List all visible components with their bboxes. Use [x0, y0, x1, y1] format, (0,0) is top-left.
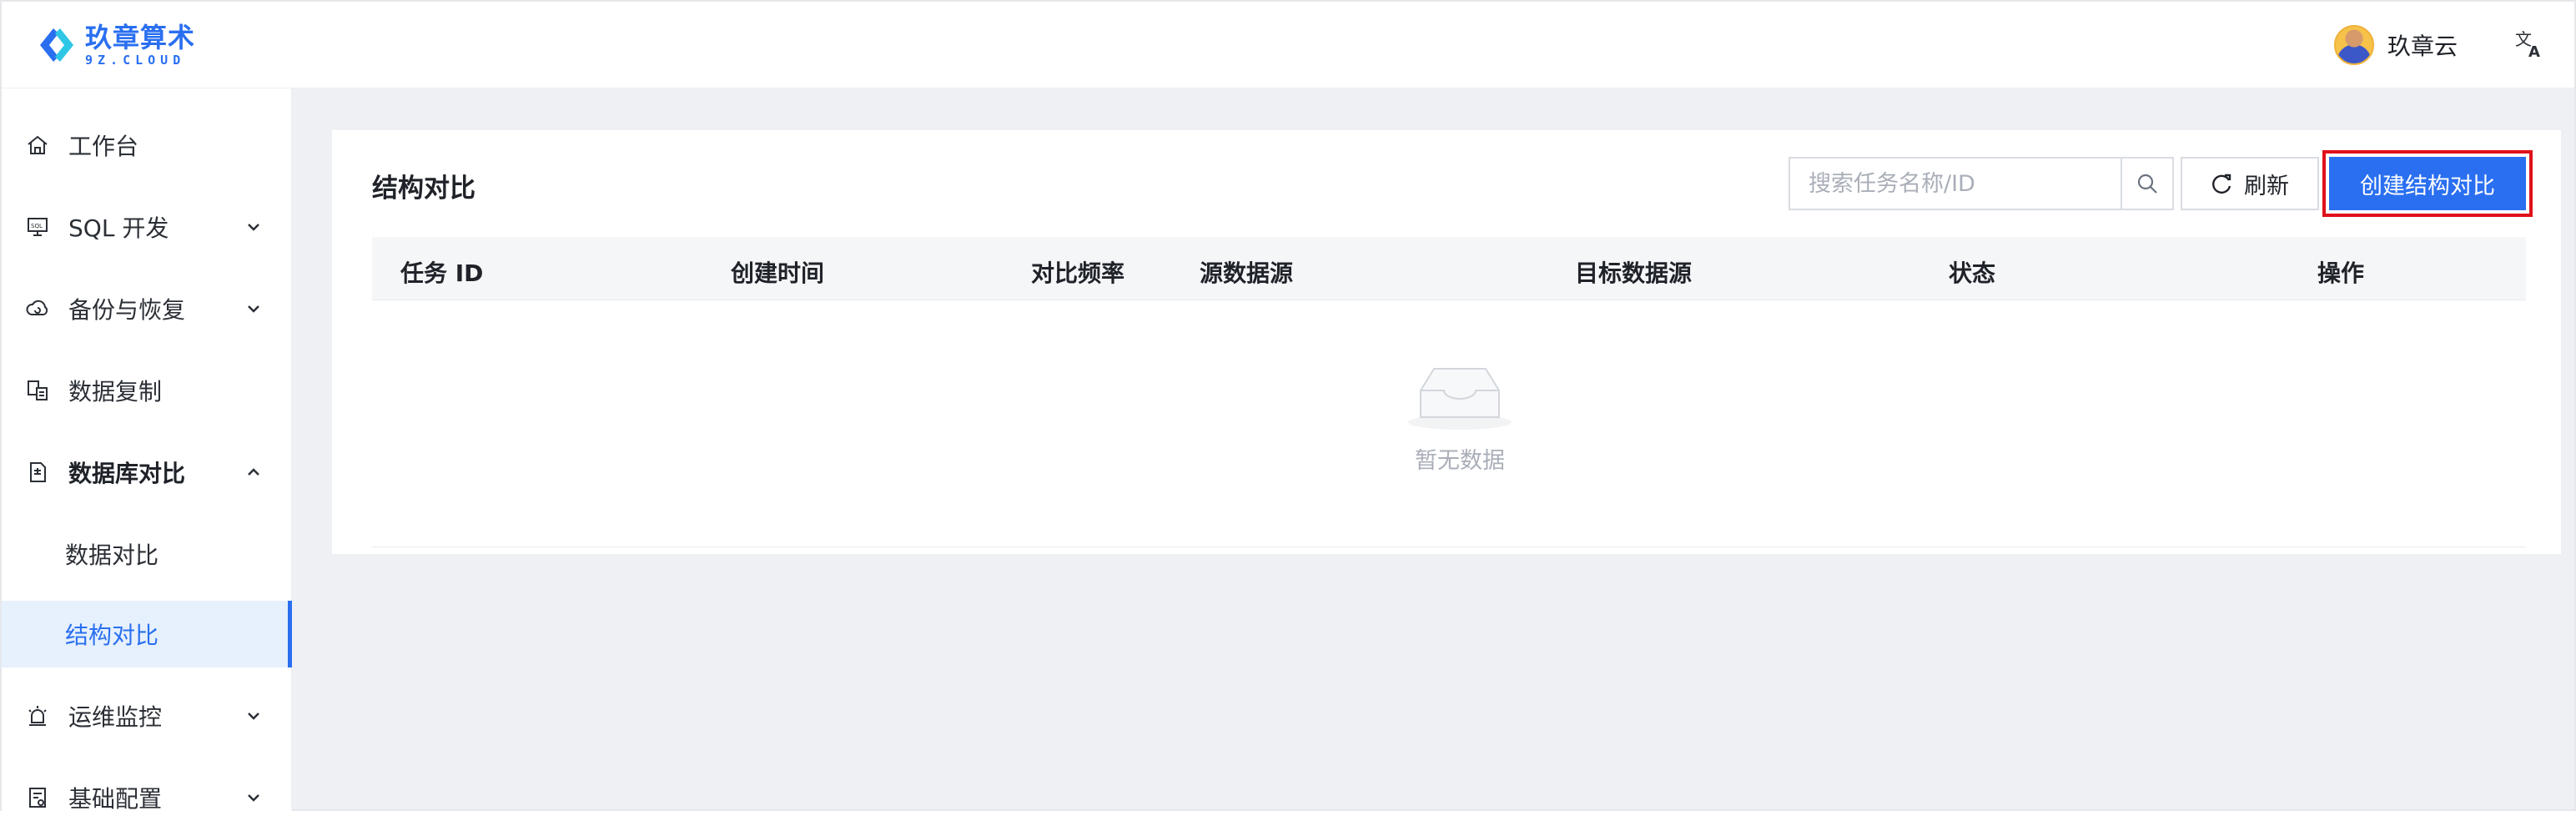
chevron-down-icon	[248, 224, 259, 231]
column-header-task-id: 任务 ID	[400, 259, 484, 287]
sidebar-item-label: 基础配置	[68, 785, 163, 813]
table-header: 任务 ID 创建时间 对比频率 源数据源 目标数据源 状态 操作	[372, 237, 2526, 300]
column-header-source: 源数据源	[1200, 259, 1294, 287]
sidebar-item-label: 工作台	[68, 133, 139, 160]
home-icon	[25, 133, 50, 158]
column-header-frequency: 对比频率	[1031, 259, 1125, 287]
column-header-status: 状态	[1949, 259, 1996, 287]
search-icon	[2137, 174, 2157, 194]
refresh-label: 刷新	[2244, 173, 2289, 199]
refresh-button[interactable]: 刷新	[2181, 157, 2319, 210]
copy-data-icon	[25, 378, 50, 403]
logo-cn-text: 玖章算术	[85, 21, 196, 53]
sidebar: 工作台 SQL SQL 开发 备份与恢复 数据复制 数据库对比 数据对比 结构对…	[2, 88, 292, 813]
sidebar-item-backup[interactable]: 备份与恢复	[2, 275, 292, 342]
sidebar-item-ops-monitor[interactable]: 运维监控	[2, 682, 292, 749]
chevron-down-icon	[248, 794, 259, 802]
svg-text:SQL: SQL	[31, 223, 43, 229]
column-header-target: 目标数据源	[1575, 259, 1693, 287]
brand-logo[interactable]: 玖章算术 9Z.CLOUD	[35, 18, 202, 72]
cloud-backup-icon	[25, 296, 50, 321]
sidebar-subitem-label: 结构对比	[65, 622, 159, 649]
refresh-icon	[2212, 174, 2231, 194]
table-body: 暂无数据	[372, 300, 2526, 547]
config-icon	[25, 785, 50, 810]
page-title: 结构对比	[372, 174, 475, 204]
column-header-actions: 操作	[2317, 259, 2365, 287]
empty-state-text: 暂无数据	[1415, 448, 1505, 474]
search-button[interactable]	[2121, 159, 2172, 209]
sidebar-item-label: 运维监控	[68, 703, 163, 731]
top-bar: 玖章算术 9Z.CLOUD 玖章云 文 A	[2, 2, 2574, 88]
sidebar-item-sql-dev[interactable]: SQL SQL 开发	[2, 194, 292, 260]
logo-text: 玖章算术 9Z.CLOUD	[85, 24, 195, 67]
sidebar-item-workbench[interactable]: 工作台	[2, 112, 292, 179]
search-box	[1789, 157, 2174, 210]
app-window: 玖章算术 9Z.CLOUD 玖章云 文 A 工作台 SQL SQL 开发 备份与…	[0, 0, 2576, 813]
sidebar-item-label: SQL 开发	[68, 214, 169, 242]
avatar[interactable]	[2334, 25, 2374, 65]
empty-state: 暂无数据	[1401, 362, 1518, 475]
logo-en-text: 9Z.CLOUD	[85, 52, 186, 68]
sidebar-item-base-config[interactable]: 基础配置	[2, 764, 292, 831]
logo-icon	[40, 28, 73, 62]
create-button-label: 创建结构对比	[2360, 173, 2495, 199]
chevron-down-icon	[248, 305, 259, 313]
search-input[interactable]	[1790, 159, 2121, 209]
create-structure-compare-button[interactable]: 创建结构对比	[2329, 157, 2526, 210]
sidebar-item-label: 备份与恢复	[68, 296, 186, 324]
content-panel: 结构对比 刷新 创建结构对比 任务 ID 创建时间 对比频率 源	[332, 130, 2561, 554]
sql-monitor-icon: SQL	[25, 214, 50, 239]
empty-inbox-icon	[1408, 368, 1512, 430]
sidebar-item-db-compare[interactable]: 数据库对比	[2, 439, 292, 506]
chevron-up-icon	[248, 468, 259, 476]
sidebar-item-label: 数据复制	[68, 378, 163, 405]
alarm-icon	[25, 703, 50, 728]
compare-doc-icon	[25, 460, 50, 485]
svg-text:A: A	[2528, 43, 2540, 58]
sidebar-subitem-data-compare[interactable]: 数据对比	[2, 521, 292, 587]
user-menu[interactable]: 玖章云	[2334, 22, 2458, 68]
translate-icon[interactable]: 文 A	[2513, 25, 2546, 62]
sidebar-item-data-replication[interactable]: 数据复制	[2, 357, 292, 424]
sidebar-subitem-label: 数据对比	[65, 541, 159, 569]
user-name[interactable]: 玖章云	[2387, 28, 2458, 62]
chevron-down-icon	[248, 713, 259, 720]
sidebar-item-label: 数据库对比	[68, 460, 186, 487]
sidebar-subitem-structure-compare[interactable]: 结构对比	[2, 601, 292, 667]
column-header-created-at: 创建时间	[731, 259, 825, 287]
